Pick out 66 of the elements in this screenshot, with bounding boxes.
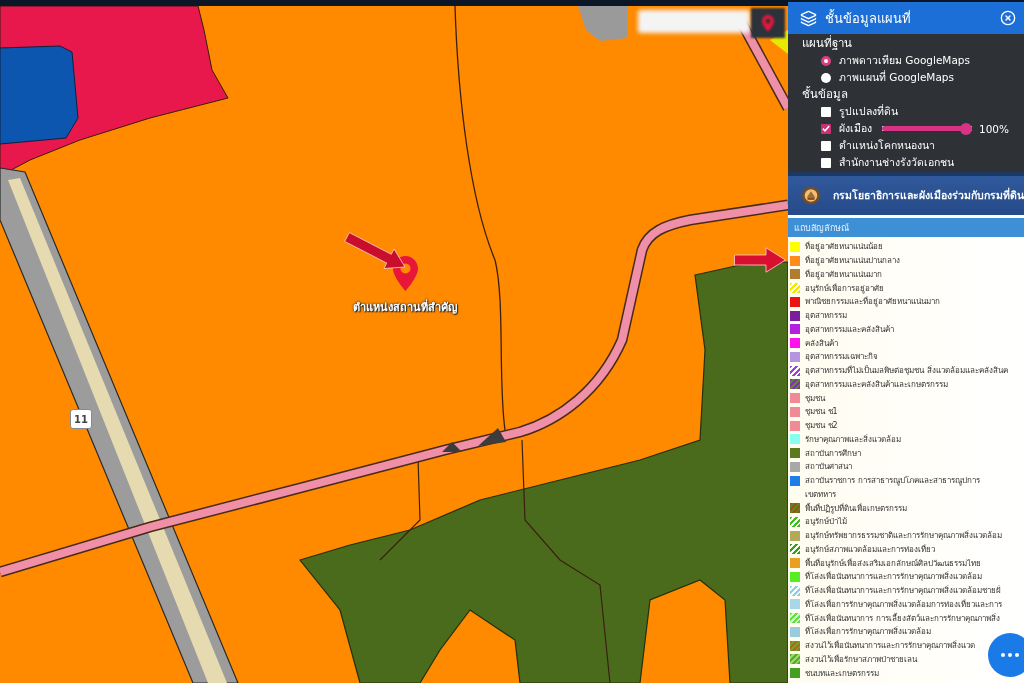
layer-label: ตำแหน่งโคกหนองนา	[839, 138, 935, 153]
legend-label: พื้นที่ปฏิรูปที่ดินเพื่อเกษตรกรรม	[805, 502, 907, 515]
legend-label: สงวนไว้เพื่อนันทนาการและการรักษาคุณภาพสิ่งแวด	[805, 639, 975, 653]
layer-label: ผังเมือง	[839, 121, 872, 136]
emblem-icon	[802, 184, 820, 207]
legend-label: อุตสาหกรรมและคลังสินค้า	[805, 323, 894, 336]
legend-label: สถาบันราชการ การสาธารณูปโภคและสาธารณูปการ	[805, 475, 980, 488]
pin-icon	[762, 14, 774, 32]
layer-checkbox[interactable]	[821, 106, 831, 117]
banner-title: กรมโยธาธิการและผังเมืองร่วมกับกรมที่ดิน	[833, 187, 1024, 203]
radio-button[interactable]	[821, 55, 831, 66]
legend-label: ชุมชน ช2	[805, 420, 838, 433]
layer-checkbox[interactable]	[821, 157, 831, 168]
legend-title: แถบสัญลักษณ์	[794, 221, 849, 235]
check-icon	[822, 125, 830, 132]
legend-label: อนุรักษ์เพื่อการอยู่อาศัย	[805, 282, 884, 295]
legend-label: ที่โล่งเพื่อการรักษาคุณภาพสิ่งแวดล้อม	[805, 625, 931, 639]
slider-reading: 100%	[979, 122, 1010, 135]
legend-label: อนุรักษ์ทรัพยากรธรรมชาติและการรักษาคุณภาพสิ่งแวดล้อม	[805, 529, 1002, 543]
legend-label: สถาบันการศึกษา	[805, 447, 861, 460]
patch-shape	[442, 442, 462, 452]
close-button[interactable]	[1000, 10, 1016, 26]
legend-label: อุตสาหกรรม	[805, 310, 847, 323]
legend-label: อนุรักษ์สภาพแวดล้อมและการท่องเที่ยว	[805, 543, 935, 556]
legend-label: พื้นที่อนุรักษ์เพื่อส่งเสริมเอกลักษณ์ศิลปวัฒนธรรมไทย	[805, 557, 981, 570]
layers-icon	[800, 9, 817, 27]
legend-label: อุตสาหกรรมที่ไม่เป็นมลพิษต่อชุมชน สิ่งแวดล้อมและคลังสินค	[805, 364, 1008, 378]
arrow-icon	[344, 232, 406, 269]
legend-label: อุตสาหกรรมและคลังสินค้าและเกษตรกรรม	[805, 378, 948, 391]
layer-label: รูปแปลงที่ดิน	[839, 103, 898, 120]
legend-label: รักษาคุณภาพและสิ่งแวดล้อม	[805, 433, 901, 446]
more-icon	[1001, 653, 1019, 657]
arrow-icon	[734, 247, 786, 273]
legend-label: คลังสินค้า	[805, 337, 838, 350]
section-label: แผนที่ฐาน	[801, 35, 853, 52]
legend-label: สงวนไว้เพื่อรักษาสภาพป่าชายเลน	[805, 653, 917, 666]
legend-label: สถาบันศาสนา	[805, 461, 852, 474]
legend-label: ชุมชน	[805, 392, 825, 405]
legend-label: เขตทหาร	[805, 488, 836, 501]
legend-label: พาณิชยกรรมและที่อยู่อาศัยหนาแน่นมาก	[805, 295, 940, 309]
radio-button[interactable]	[821, 72, 831, 83]
legend-label: ที่อยู่อาศัยหนาแน่นมาก	[805, 268, 882, 281]
panel-title: ชั้นข้อมูลแผนที่	[825, 8, 912, 29]
close-icon	[1000, 10, 1016, 26]
layer-checkbox[interactable]	[821, 123, 831, 134]
legend-label: ที่โล่งเพื่อการรักษาคุณภาพสิ่งแวดล้อมการท่องเที่ยวและการ	[805, 598, 1002, 611]
locate-button[interactable]	[751, 8, 785, 38]
legend-label: ที่โล่งเพื่อนันทนาการและการรักษาคุณภาพสิ่งแวดล้อม	[805, 570, 982, 584]
legend-label: อุตสาหกรรมเฉพาะกิจ	[805, 351, 878, 364]
layer-checkbox[interactable]	[821, 140, 831, 151]
layer-label: ภาพดาวเทียม GoogleMaps	[839, 53, 970, 68]
marker-label: ตำแหน่งสถานที่สำคัญ	[352, 298, 458, 316]
legend-label: อนุรักษ์ป่าไม้	[805, 516, 847, 529]
legend-label: ที่โล่งเพื่อนันทนาการ การเลี้ยงสัตว์และการรักษาคุณภาพสิ่ง	[805, 612, 1000, 625]
legend-label: ชุมชน ช1	[805, 406, 838, 419]
slider-thumb[interactable]	[960, 122, 972, 135]
search-field[interactable]	[638, 10, 750, 33]
legend-label: ที่อยู่อาศัยหนาแน่นปานกลาง	[805, 254, 900, 268]
legend-label: ที่อยู่อาศัยหนาแน่นน้อย	[805, 240, 883, 254]
layer-label: ภาพแผนที่ GoogleMaps	[839, 69, 954, 85]
patch-shape	[478, 428, 506, 446]
layer-label: สำนักงานช่างรังวัดเอกชน	[839, 155, 954, 170]
section-label: ชั้นข้อมูล	[801, 86, 849, 103]
road-shield: 11	[70, 409, 92, 429]
legend-label: ชนบทและเกษตรกรรม	[805, 667, 879, 680]
legend-label: ที่โล่งเพื่อนันทนาการและการรักษาคุณภาพสิ่งแวดล้อมชายฝั่	[805, 584, 1001, 598]
